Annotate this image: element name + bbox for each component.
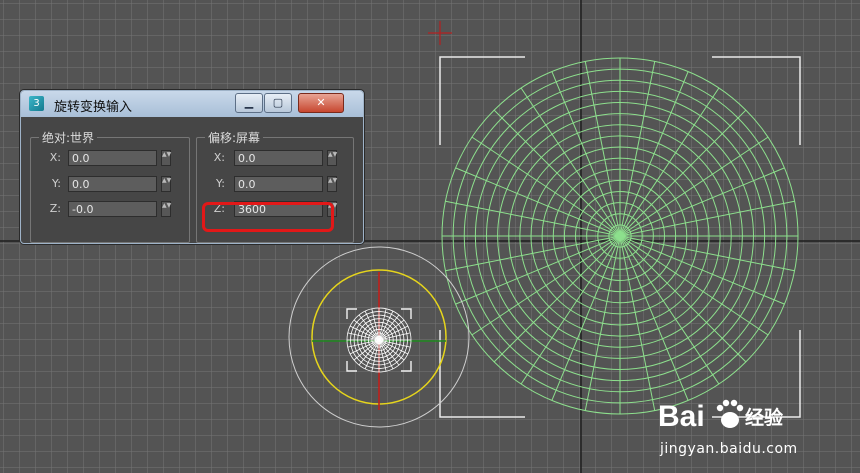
absolute-z-field[interactable]: -0.0 — [68, 201, 157, 217]
spinner-arrows-icon[interactable]: ▲▼ — [161, 176, 171, 192]
watermark-brand: Bai — [658, 400, 705, 433]
watermark-url: jingyan.baidu.com — [660, 441, 798, 457]
dialog-title: 旋转变换输入 — [54, 100, 133, 115]
spinner-arrows-icon[interactable]: ▲▼ — [161, 201, 171, 217]
offset-screen-label: 偏移:屏幕 — [205, 129, 264, 146]
spinner-arrows-icon[interactable]: ▲▼ — [161, 150, 171, 166]
rotate-transform-type-in-dialog[interactable]: 3 旋转变换输入 ▁ ▢ ✕ 绝对:世界 X: 0.0 ▲▼ Y: 0.0 ▲▼… — [20, 90, 364, 244]
pivot-crosshair-icon — [428, 21, 452, 45]
spinner-arrows-icon[interactable]: ▲▼ — [327, 176, 337, 192]
offset-y-row: Y: 0.0 ▲▼ — [197, 175, 353, 195]
maximize-button[interactable]: ▢ — [264, 93, 292, 113]
small-wireframe-sphere[interactable] — [346, 307, 412, 373]
axis-label-x: X: — [49, 151, 61, 164]
offset-x-field[interactable]: 0.0 — [234, 150, 323, 166]
absolute-y-row: Y: 0.0 ▲▼ — [31, 175, 189, 195]
wireframe-spoke — [619, 109, 747, 237]
absolute-y-field[interactable]: 0.0 — [68, 176, 157, 192]
absolute-world-group: 绝对:世界 X: 0.0 ▲▼ Y: 0.0 ▲▼ Z: -0.0 ▲▼ — [30, 129, 190, 243]
highlight-box — [202, 202, 334, 232]
baidu-paw-icon — [716, 399, 744, 428]
axis-label-y: Y: — [216, 177, 225, 190]
axis-label-z: Z: — [49, 202, 61, 215]
wireframe-sphere[interactable] — [441, 57, 799, 415]
absolute-x-row: X: 0.0 ▲▼ — [31, 149, 189, 169]
baidu-jingyan-watermark: Bai 经验 — [658, 399, 784, 433]
3ds-max-app-icon: 3 — [29, 96, 44, 111]
watermark-brand-suffix: 经验 — [745, 406, 784, 429]
minimize-button[interactable]: ▁ — [235, 93, 263, 113]
spinner-arrows-icon[interactable]: ▲▼ — [327, 150, 337, 166]
dialog-titlebar[interactable]: 3 旋转变换输入 ▁ ▢ ✕ — [21, 91, 363, 117]
absolute-world-label: 绝对:世界 — [39, 129, 98, 146]
wireframe-spoke — [493, 109, 621, 237]
wireframe-spoke — [493, 235, 621, 363]
wireframe-spoke — [619, 235, 747, 363]
offset-x-row: X: 0.0 ▲▼ — [197, 149, 353, 169]
absolute-x-field[interactable]: 0.0 — [68, 150, 157, 166]
axis-label-x: X: — [213, 151, 225, 164]
absolute-z-row: Z: -0.0 ▲▼ — [31, 200, 189, 220]
close-button[interactable]: ✕ — [298, 93, 344, 113]
offset-y-field[interactable]: 0.0 — [234, 176, 323, 192]
axis-label-y: Y: — [52, 177, 61, 190]
